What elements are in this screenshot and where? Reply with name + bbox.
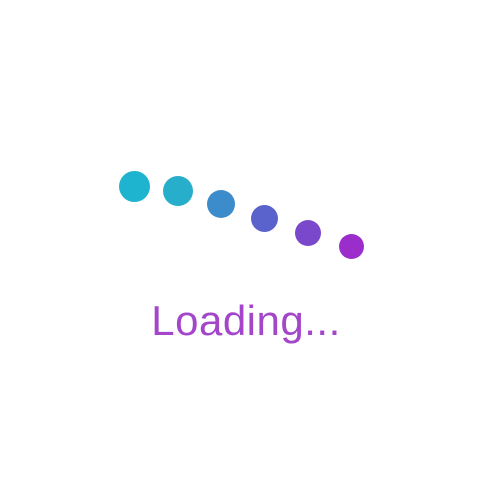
- loading-label: Loading...: [151, 297, 341, 344]
- loading-screen: Loading...: [0, 0, 480, 480]
- loader-dot-2: [163, 176, 193, 206]
- loader-dot-6: [339, 234, 364, 259]
- loader-dot-1: [119, 171, 150, 202]
- loader-dot-5: [295, 220, 321, 246]
- loader-dot-3: [207, 190, 235, 218]
- loader-dot-4: [251, 205, 278, 232]
